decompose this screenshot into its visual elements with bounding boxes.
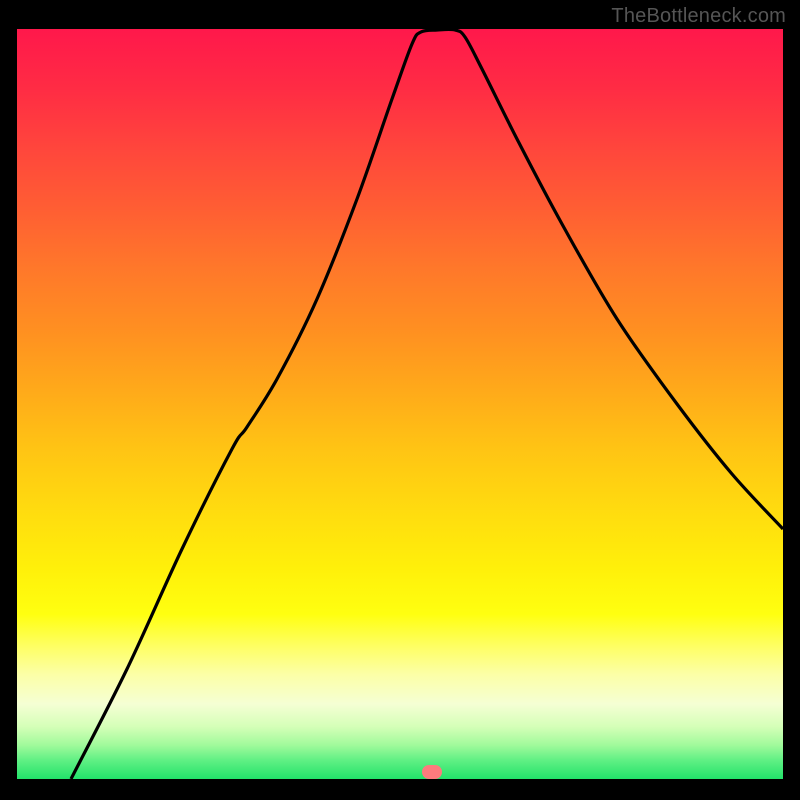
gradient-rect bbox=[17, 29, 783, 779]
watermark-text: TheBottleneck.com bbox=[611, 5, 786, 28]
bottleneck-marker bbox=[422, 765, 442, 779]
plot-area bbox=[17, 29, 783, 779]
plot-svg bbox=[17, 29, 783, 779]
chart-container: TheBottleneck.com bbox=[0, 0, 800, 800]
